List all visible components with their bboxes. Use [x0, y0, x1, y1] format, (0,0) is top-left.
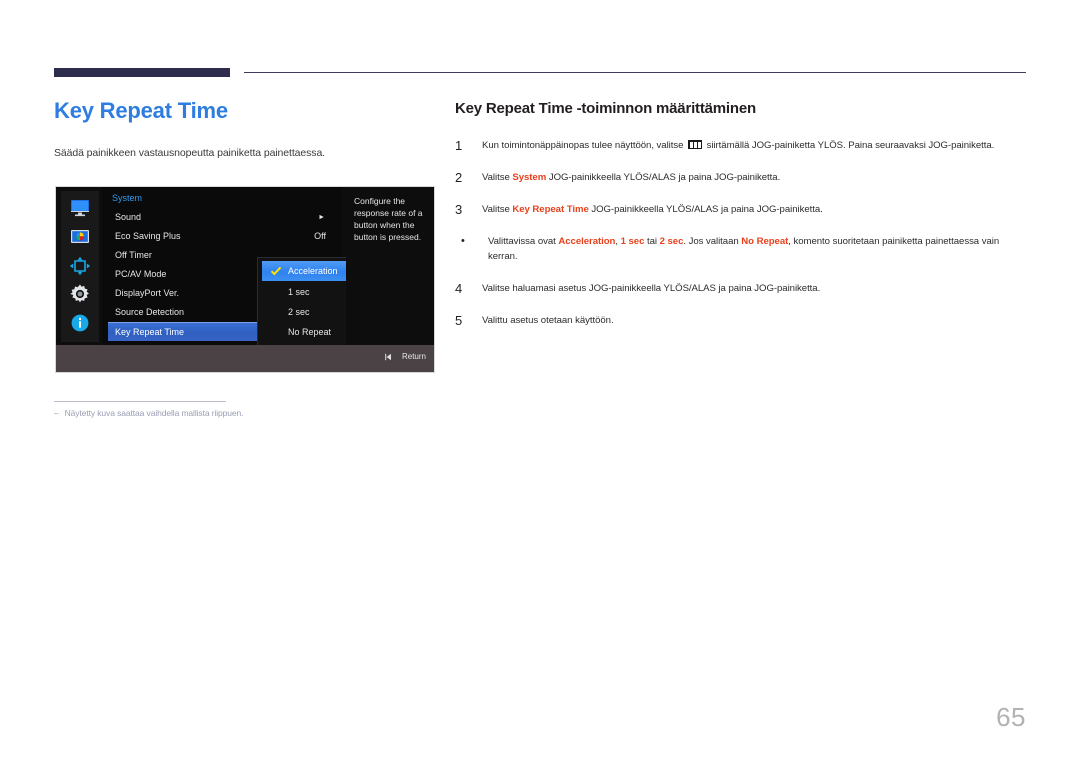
back-arrow-icon [385, 353, 391, 360]
highlighted-term: No Repeat [741, 236, 789, 247]
step-text: Valittavissa ovat Acceleration, 1 sec ta… [488, 234, 1027, 264]
osd-screenshot: System Sound ► Eco Saving Plus Off Off T… [55, 186, 435, 373]
footnote-text: Näytetty kuva saattaa vaihdella mallista… [64, 408, 244, 418]
page-subtitle: Säädä painikkeen vastausnopeutta painike… [54, 147, 326, 159]
header-rule-line [244, 72, 1026, 73]
osd-submenu-item-label: Acceleration [288, 266, 338, 276]
step-text-run: Kun toimintonäppäinopas tulee näyttöön, … [482, 140, 687, 151]
settings-gear-icon[interactable] [68, 283, 92, 305]
header-accent-bar [54, 68, 230, 77]
step-text-run: siirtämällä JOG-painiketta YLÖS. Paina s… [704, 140, 995, 151]
osd-body: System Sound ► Eco Saving Plus Off Off T… [56, 187, 434, 346]
menu-bars-icon [688, 140, 703, 149]
navigation-icon[interactable] [68, 255, 92, 277]
display-icon[interactable] [68, 197, 92, 219]
step-number: 2 [455, 170, 463, 185]
step-text-run: Valittavissa ovat [488, 236, 559, 247]
osd-item-label: DisplayPort Ver. [115, 288, 180, 298]
step-item: 2 Valitse System JOG-painikkeella YLÖS/AL… [455, 170, 1027, 185]
step-text-run: Valitse [482, 204, 513, 215]
step-text-run: JOG-painikkeella YLÖS/ALAS ja paina JOG-… [546, 172, 781, 183]
osd-return-control[interactable]: Return [385, 352, 426, 361]
step-text: Valitse haluamasi asetus JOG-painikkeell… [482, 281, 1027, 296]
step-text: Kun toimintonäppäinopas tulee näyttöön, … [482, 138, 1027, 153]
section-title: Key Repeat Time -toiminnon määrittäminen [455, 100, 756, 117]
step-number: 5 [455, 313, 463, 328]
osd-description-panel: Configure the response rate of a button … [346, 187, 434, 346]
osd-item-label: Off Timer [115, 250, 152, 260]
highlighted-term: 1 sec [620, 236, 645, 247]
step-item: 4 Valitse haluamasi asetus JOG-painikkeel… [455, 281, 1027, 296]
footnote-rule [54, 401, 226, 402]
osd-footer-bar: Return [56, 345, 434, 372]
osd-item-sound[interactable]: Sound ► [108, 208, 335, 227]
step-text-run: . Jos valitaan [683, 236, 742, 247]
step-text-run: Valitse haluamasi asetus JOG-painikkeell… [482, 283, 821, 294]
osd-item-label: Key Repeat Time [115, 327, 185, 337]
osd-submenu-item-label: No Repeat [288, 327, 332, 337]
osd-return-label: Return [401, 352, 426, 361]
osd-icon-rail [61, 191, 99, 342]
step-bullet: • Valittavissa ovat Acceleration, 1 sec t… [455, 234, 1027, 264]
osd-item-value: Off [314, 231, 326, 241]
step-text-run: tai [644, 236, 660, 247]
left-column: Key Repeat Time Säädä painikkeen vastaus… [54, 98, 440, 160]
highlighted-term: System [512, 172, 547, 183]
step-text: Valittu asetus otetaan käyttöön. [482, 313, 1027, 328]
highlighted-term: 2 sec [659, 236, 684, 247]
osd-item-eco-saving-plus[interactable]: Eco Saving Plus Off [108, 227, 335, 246]
step-text: Valitse System JOG-painikkeella YLÖS/ALA… [482, 170, 1027, 185]
information-icon[interactable] [68, 312, 92, 334]
step-item: 5 Valittu asetus otetaan käyttöön. [455, 313, 1027, 328]
step-text: Valitse Key Repeat Time JOG-painikkeella… [482, 202, 1027, 217]
step-text-run: Valitse [482, 172, 513, 183]
highlighted-term: Acceleration [558, 236, 616, 247]
osd-menu-title: System [112, 193, 143, 203]
osd-submenu-item-label: 2 sec [288, 307, 310, 317]
footnote: ‒ Näytetty kuva saattaa vaihdella mallis… [54, 408, 434, 418]
osd-item-label: PC/AV Mode [115, 269, 167, 279]
step-text-run: Valittu asetus otetaan käyttöön. [482, 315, 614, 326]
osd-submenu-item-label: 1 sec [288, 287, 310, 297]
picture-icon[interactable] [68, 226, 92, 248]
right-column: Key Repeat Time -toiminnon määrittäminen… [455, 100, 1027, 345]
chevron-right-icon: ► [318, 214, 325, 221]
steps-list: 1 Kun toimintonäppäinopas tulee näyttöön,… [455, 138, 1027, 328]
checkmark-icon [270, 266, 282, 276]
step-item: 3 Valitse Key Repeat Time JOG-painikkeell… [455, 202, 1027, 217]
step-item: 1 Kun toimintonäppäinopas tulee näyttöön,… [455, 138, 1027, 153]
osd-item-label: Source Detection [115, 307, 185, 317]
step-number: • [461, 235, 465, 247]
osd-item-label: Sound [115, 212, 142, 222]
step-number: 1 [455, 138, 463, 153]
osd-item-label: Eco Saving Plus [115, 231, 181, 241]
page-title: Key Repeat Time [54, 98, 228, 123]
step-number: 4 [455, 281, 463, 296]
page-number: 65 [996, 702, 1026, 732]
highlighted-term: Key Repeat Time [512, 204, 589, 215]
step-number: 3 [455, 202, 463, 217]
footnote-dash: ‒ [54, 408, 59, 418]
step-text-run: JOG-painikkeella YLÖS/ALAS ja paina JOG-… [588, 204, 823, 215]
